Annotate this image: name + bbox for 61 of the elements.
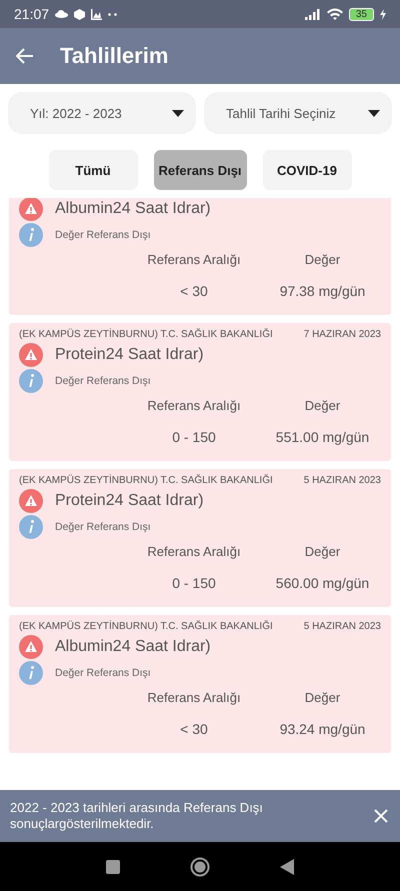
cube-icon <box>74 8 86 20</box>
reference-range: < 30 <box>179 720 209 739</box>
caret-icon <box>368 110 380 116</box>
filter-tab[interactable]: Referans Dışı <box>154 150 246 190</box>
result-value: 560.00 mg/gün <box>274 574 370 593</box>
column-label: Referans Aralığı <box>146 689 242 705</box>
image-icon <box>91 8 102 20</box>
result-value: 97.38 mg/gün <box>278 282 366 301</box>
back-icon[interactable] <box>280 858 294 874</box>
info-icon <box>19 369 43 393</box>
result-value: 551.00 mg/gün <box>274 428 370 447</box>
back-arrow-icon[interactable] <box>16 48 34 64</box>
status-note: Değer Referans Dışı <box>55 667 151 679</box>
status-note: Değer Referans Dışı <box>55 229 151 241</box>
warning-icon <box>19 635 43 659</box>
result-date: 5 HAZIRAN 2023 <box>304 475 381 486</box>
warning-icon <box>19 343 43 367</box>
institution-name: (EK KAMPÜS ZEYTİNBURNU) T.C. SAĞLIK BAKANLIĞI <box>19 621 273 632</box>
cloud-icon <box>55 10 68 18</box>
column-label: Değer <box>304 397 342 413</box>
reference-range: 0 - 150 <box>171 574 217 593</box>
filter-dropdown[interactable]: Tahlil Tarihi Seçiniz <box>204 92 392 134</box>
info-icon <box>19 515 43 539</box>
column-label: Değer <box>304 689 342 705</box>
column-label: Referans Aralığı <box>146 397 242 413</box>
reference-range: < 30 <box>179 282 209 301</box>
recents-icon[interactable] <box>106 860 120 874</box>
result-date: 7 HAZIRAN 2023 <box>304 329 381 340</box>
test-name: Protein24 Saat Idrar) <box>55 346 204 364</box>
caret-icon <box>172 110 184 116</box>
close-icon[interactable] <box>374 809 388 823</box>
charging-icon <box>380 8 386 20</box>
reference-range: 0 - 150 <box>171 428 217 447</box>
filter-tab[interactable]: Tümü <box>48 150 138 190</box>
info-icon <box>19 661 43 685</box>
snackbar-message: 2022 - 2023 tarihleri arasında Referans Dışı sonuçlargösterilmektedir. <box>10 800 264 832</box>
test-name: Protein24 Saat Idrar) <box>55 492 204 510</box>
column-label: Referans Aralığı <box>146 543 242 559</box>
filter-tab[interactable]: COVID-19 <box>262 150 352 190</box>
status-note: Değer Referans Dışı <box>55 521 151 533</box>
info-icon <box>19 223 43 247</box>
column-label: Referans Aralığı <box>146 251 242 267</box>
test-name: Albumin24 Saat Idrar) <box>55 200 211 218</box>
warning-icon <box>19 198 43 221</box>
institution-name: (EK KAMPÜS ZEYTİNBURNU) T.C. SAĞLIK BAKANLIĞI <box>19 329 273 340</box>
page-title: Tahlillerim <box>60 43 168 69</box>
filter-dropdown[interactable]: Yıl: 2022 - 2023 <box>8 92 196 134</box>
signal-icon <box>304 8 321 20</box>
dots-icon <box>108 12 118 16</box>
result-date: 5 HAZIRAN 2023 <box>304 621 381 632</box>
test-name: Albumin24 Saat Idrar) <box>55 638 211 656</box>
column-label: Değer <box>304 251 342 267</box>
warning-icon <box>19 489 43 513</box>
home-icon[interactable] <box>190 856 210 876</box>
result-value: 93.24 mg/gün <box>278 720 366 739</box>
institution-name: (EK KAMPÜS ZEYTİNBURNU) T.C. SAĞLIK BAKANLIĞI <box>19 475 273 486</box>
status-time: 21:07 <box>14 6 50 22</box>
column-label: Değer <box>304 543 342 559</box>
wifi-icon <box>326 8 343 20</box>
battery-level: 35 <box>348 8 374 20</box>
status-note: Değer Referans Dışı <box>55 375 151 387</box>
